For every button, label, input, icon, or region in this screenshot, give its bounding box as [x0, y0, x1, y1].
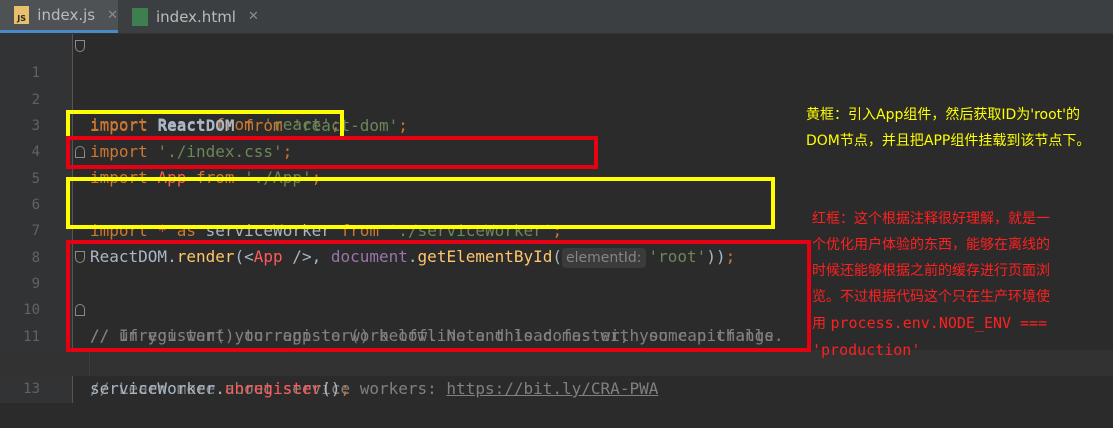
- code-line: 2 import ReactDOM from 'react-dom';: [0, 61, 1113, 135]
- fold-icon[interactable]: [75, 40, 85, 52]
- semicolon: ;: [340, 379, 351, 398]
- editor-tab-bar: JS index.js ✕ index.html ✕: [0, 0, 1113, 34]
- red-note: 红框：这个根据注释很好理解，就是一个优化用户体验的东西，能够在离线的时候还能够根…: [812, 206, 1062, 364]
- tab-label: index.js: [37, 6, 96, 24]
- close-icon[interactable]: ✕: [107, 8, 118, 23]
- tab-label: index.html: [156, 7, 236, 26]
- html-file-icon: [132, 7, 148, 26]
- identifier: serviceWorker: [90, 379, 216, 398]
- cursor-guide: [89, 350, 90, 376]
- fold-icon[interactable]: [75, 251, 85, 263]
- fold-icon[interactable]: [75, 146, 85, 158]
- tab-index-html[interactable]: index.html ✕: [118, 0, 282, 33]
- code-line: 6: [0, 166, 1113, 213]
- javascript-file-icon: JS: [14, 6, 30, 24]
- code-line: 1 import React from 'react';: [0, 34, 1113, 134]
- method: unregister: [224, 379, 322, 398]
- red-note-code: process.env.NODE_ENV === 'production': [812, 314, 1048, 359]
- comment-link[interactable]: https://bit.ly/CRA-PWA: [446, 379, 658, 398]
- tab-index-js[interactable]: JS index.js ✕: [0, 0, 118, 33]
- fold-icon[interactable]: [75, 304, 85, 316]
- yellow-note: 黄框：引入App组件，然后获取ID为'root'的DOM节点，并且把APP组件挂…: [806, 107, 1091, 149]
- close-icon[interactable]: ✕: [248, 9, 259, 24]
- line-number: 13: [23, 381, 40, 397]
